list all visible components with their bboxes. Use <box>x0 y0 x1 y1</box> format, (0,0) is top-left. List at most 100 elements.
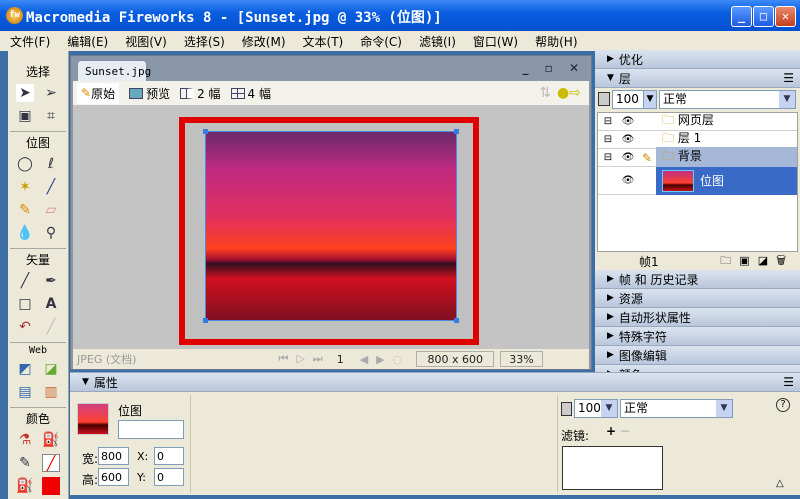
x-field[interactable] <box>154 447 184 465</box>
object-name-field[interactable] <box>118 420 184 439</box>
toolbox: 选择 ➤ ➢ ▣ ⌗ 位图 ◯ ℓ ✶ ╱ ✎ ▱ 💧 ⚲ 矢量 ╱ ✒ □ A… <box>8 51 69 499</box>
pen-tool-icon[interactable]: ✒ <box>42 272 60 290</box>
paint-bucket-icon[interactable]: ⛽ <box>42 431 60 449</box>
fill-color-swatch[interactable] <box>42 477 60 495</box>
crop-tool-icon[interactable]: ⌗ <box>42 107 60 125</box>
expand-icon[interactable]: △ <box>776 478 784 489</box>
marquee-tool-icon[interactable]: ◯ <box>16 155 34 173</box>
subselect-tool-icon[interactable]: ➢ <box>42 84 60 102</box>
pencil-icon: ✎ <box>81 86 92 100</box>
layer-action-icons[interactable]: 🗀▣◪🗑 <box>720 252 794 271</box>
frame-nav-controls[interactable]: ◀▶◌ <box>360 353 411 366</box>
height-field[interactable] <box>98 468 129 486</box>
document-type: JPEG (文档) <box>77 353 137 366</box>
properties-header[interactable]: ▼ 属性 ☰ <box>70 373 800 392</box>
menu-view[interactable]: 视图(V) <box>125 33 167 50</box>
slice-tool-icon[interactable]: ◪ <box>42 360 60 378</box>
image-size: 800 x 600 <box>416 351 495 367</box>
folder-icon: 🗀 <box>662 113 675 127</box>
fill-color-icon[interactable]: ⛽ <box>16 477 34 495</box>
menu-file[interactable]: 文件(F) <box>10 33 50 50</box>
close-button[interactable]: ✕ <box>775 6 796 27</box>
menu-filters[interactable]: 滤镜(I) <box>419 33 456 50</box>
knife-tool-icon[interactable]: ╱ <box>42 318 60 336</box>
freeform-tool-icon[interactable]: ↶ <box>16 318 34 336</box>
four-up-icon <box>230 87 245 99</box>
eraser-tool-icon[interactable]: ▱ <box>42 201 60 219</box>
section-bitmap: 位图 <box>25 136 50 150</box>
opacity-icon <box>561 402 572 416</box>
4-up-button[interactable]: 4 幅 <box>230 85 271 102</box>
sunset-bitmap[interactable] <box>203 129 459 323</box>
image-frame <box>179 117 479 345</box>
blend-mode-select[interactable]: 正常 ▼ <box>620 399 733 418</box>
export-arrows-icon[interactable]: ⇅ <box>539 85 551 101</box>
filters-list[interactable] <box>562 446 663 490</box>
rubber-stamp-icon[interactable]: ⚲ <box>42 224 60 242</box>
panel-menu-icon[interactable]: ☰ <box>783 71 794 85</box>
blur-tool-icon[interactable]: 💧 <box>16 224 34 242</box>
panel-assets[interactable]: ▶ 资源 <box>595 289 800 308</box>
show-slices-icon[interactable]: ▥ <box>42 383 60 401</box>
menu-window[interactable]: 窗口(W) <box>473 33 518 50</box>
pencil-tool-icon[interactable]: ✎ <box>16 201 34 219</box>
line-tool-icon[interactable]: ╱ <box>16 272 34 290</box>
minimize-button[interactable]: _ <box>731 6 752 27</box>
opacity-field[interactable]: 100 ▼ <box>574 399 618 418</box>
section-select: 选择 <box>25 65 50 79</box>
hide-slices-icon[interactable]: ▤ <box>16 383 34 401</box>
brush-tool-icon[interactable]: ╱ <box>42 178 60 196</box>
hotspot-tool-icon[interactable]: ◩ <box>16 360 34 378</box>
layer-options: 100 ▼ 正常 ▼ <box>595 88 800 112</box>
eye-icon: 👁 <box>621 134 635 145</box>
lasso-tool-icon[interactable]: ℓ <box>42 155 60 173</box>
menu-modify[interactable]: 修改(M) <box>242 33 286 50</box>
menu-text[interactable]: 文本(T) <box>303 33 344 50</box>
right-panels: ▶ 优化 ▼ 层 ☰ 100 ▼ 正常 ▼ ⊟ 👁 🗀 网页层 ⊟ 👁 🗀 层 1 ⊟ 👁 ✎ 🗀 背… <box>595 50 800 384</box>
add-filter-button[interactable]: + <box>606 424 616 438</box>
text-tool-icon[interactable]: A <box>42 295 60 313</box>
playback-controls[interactable]: ⏮▷⏭ <box>278 352 330 366</box>
window-title: Macromedia Fireworks 8 - [Sunset.jpg @ 3… <box>26 10 442 26</box>
document-window-controls[interactable]: _ ▫ ✕ <box>522 61 585 75</box>
panel-frames-history[interactable]: ▶ 帧 和 历史记录 <box>595 270 800 289</box>
quick-export-icon[interactable]: ●⇨ <box>557 85 581 101</box>
folder-icon: 🗀 <box>662 149 675 163</box>
magic-wand-icon[interactable]: ✶ <box>16 178 34 196</box>
panel-optimize[interactable]: ▶ 优化 <box>595 50 800 69</box>
2-up-button[interactable]: 2 幅 <box>180 85 221 102</box>
layer-blend-select[interactable]: 正常 ▼ <box>659 90 796 109</box>
opacity-dropdown-icon[interactable]: ▼ <box>643 90 657 109</box>
layer-row[interactable]: ⊟ 👁 ✎ 🗀 背景 <box>598 147 797 168</box>
rectangle-tool-icon[interactable]: □ <box>16 295 34 313</box>
object-row[interactable]: 👁 位图 <box>598 166 797 195</box>
document-toolbar: ✎ 原始 预览 2 幅 4 幅 ⇅ ●⇨ <box>73 81 589 105</box>
stroke-color-icon[interactable]: ✎ <box>16 454 34 472</box>
y-field[interactable] <box>154 468 184 486</box>
document-tab[interactable]: Sunset.jpg <box>77 60 151 82</box>
pointer-tool-icon[interactable]: ➤ <box>16 84 34 102</box>
object-type: 位图 <box>118 404 143 418</box>
pencil-icon: ✎ <box>641 150 653 165</box>
panel-auto-shape[interactable]: ▶ 自动形状属性 <box>595 308 800 327</box>
preview-button[interactable]: 预览 <box>129 85 170 102</box>
width-field[interactable] <box>98 447 129 465</box>
zoom-level[interactable]: 33% <box>500 351 543 367</box>
filters-label: 滤镜: <box>561 429 590 443</box>
eyedropper-icon[interactable]: ⚗ <box>16 431 34 449</box>
stroke-color-swatch[interactable]: ╱ <box>42 454 60 472</box>
panel-image-edit[interactable]: ▶ 图像编辑 <box>595 346 800 365</box>
maximize-button[interactable]: □ <box>753 6 774 27</box>
menu-select[interactable]: 选择(S) <box>184 33 225 50</box>
original-view-button[interactable]: ✎ 原始 <box>77 82 120 104</box>
menu-commands[interactable]: 命令(C) <box>360 33 402 50</box>
help-icon[interactable]: ? <box>776 398 790 412</box>
canvas[interactable] <box>73 105 589 349</box>
panel-layers[interactable]: ▼ 层 ☰ <box>595 69 800 88</box>
panel-special-chars[interactable]: ▶ 特殊字符 <box>595 327 800 346</box>
menu-help[interactable]: 帮助(H) <box>535 33 577 50</box>
status-bar: JPEG (文档) ⏮▷⏭ 1 ◀▶◌ 800 x 600 33% <box>73 349 589 369</box>
remove-filter-button[interactable]: − <box>620 424 630 438</box>
menu-edit[interactable]: 编辑(E) <box>67 33 108 50</box>
scale-tool-icon[interactable]: ▣ <box>16 107 34 125</box>
